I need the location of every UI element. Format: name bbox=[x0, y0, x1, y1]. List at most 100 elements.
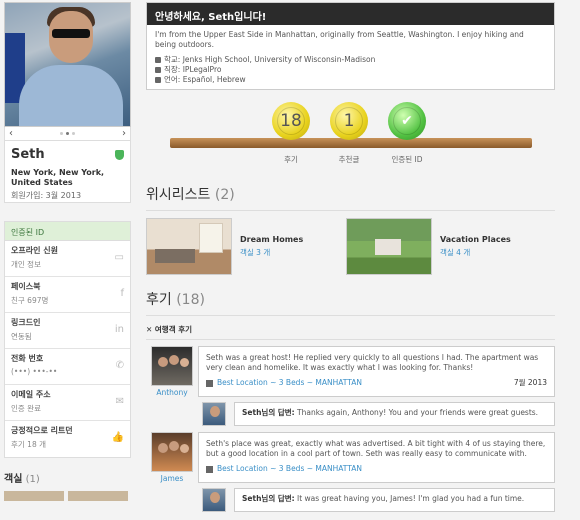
member-since: 회원가입: 3월 2013 bbox=[11, 191, 82, 200]
verifications-panel: 인증된 ID 오프라인 신원 개인 정보 ▭ 페이스북 친구 697명 f 링크… bbox=[4, 221, 131, 458]
verified-badge[interactable]: ✔ bbox=[388, 102, 426, 140]
wishlist-item[interactable]: Vacation Places 객실 4 개 bbox=[346, 218, 550, 275]
carousel-dots bbox=[60, 132, 75, 135]
verification-sub: (•••) •••-•• bbox=[11, 367, 58, 376]
verification-item[interactable]: 오프라인 신원 개인 정보 ▭ bbox=[5, 241, 130, 277]
greeting-card: 안녕하세요, Seth입니다! I'm from the Upper East … bbox=[146, 2, 555, 90]
facebook-icon: f bbox=[120, 288, 124, 299]
work-icon bbox=[155, 67, 161, 73]
wishlists-list: Dream Homes 객실 3 개 Vacation Places 객실 4 … bbox=[146, 218, 555, 275]
left-wishlist-heading: 객실 (1) bbox=[4, 470, 131, 485]
verification-title: 전화 번호 bbox=[11, 354, 44, 363]
verified-shield-icon bbox=[115, 149, 124, 160]
references-badge[interactable]: 1 bbox=[330, 102, 368, 140]
review-bubble: Seth's place was great, exactly what was… bbox=[198, 432, 555, 483]
greeting-title: 안녕하세요, Seth입니다! bbox=[147, 3, 554, 25]
wishlist-item[interactable]: Dream Homes 객실 3 개 bbox=[146, 218, 350, 275]
verification-title: 이메일 주소 bbox=[11, 390, 51, 399]
wishlist-image[interactable] bbox=[146, 218, 232, 275]
chevron-left-icon[interactable]: ‹ bbox=[9, 128, 13, 139]
thumbs-up-icon: 👍 bbox=[111, 432, 124, 443]
verification-item[interactable]: 전화 번호 (•••) •••-•• ✆ bbox=[5, 349, 130, 385]
verification-sub: 인증 완료 bbox=[11, 404, 41, 413]
work-text: 직장: IPLegalPro bbox=[164, 65, 222, 74]
review-item: Anthony Seth was a great host! He replie… bbox=[146, 346, 555, 397]
badge-shelf: 18 1 ✔ 후기 추천글 인증된 ID bbox=[146, 102, 555, 180]
verification-sub: 개인 정보 bbox=[11, 260, 41, 269]
language-icon bbox=[155, 77, 161, 83]
phone-icon: ✆ bbox=[115, 360, 124, 371]
school-text: 학교: Jenks High School, University of Wis… bbox=[164, 55, 376, 64]
verification-item[interactable]: 페이스북 친구 697명 f bbox=[5, 277, 130, 313]
mail-icon: ✉ bbox=[115, 396, 124, 407]
reviewer-name[interactable]: Anthony bbox=[146, 388, 198, 397]
home-icon bbox=[206, 465, 213, 473]
check-icon: ✔ bbox=[393, 107, 421, 135]
verification-item[interactable]: 이메일 주소 인증 완료 ✉ bbox=[5, 385, 130, 421]
tab-traveler-reviews[interactable]: ✕ 여행객 후기 bbox=[146, 324, 555, 340]
id-card-icon: ▭ bbox=[114, 252, 124, 263]
verifications-header: 인증된 ID bbox=[5, 222, 130, 241]
review-listing-link[interactable]: Best Location ~ 3 Beds ~ MANHATTAN bbox=[206, 464, 362, 474]
wishlist-image[interactable] bbox=[346, 218, 432, 275]
profile-page: ‹ › Seth New York, New York, United Stat… bbox=[0, 0, 580, 520]
reply-label: Seth님의 답변: bbox=[242, 408, 295, 417]
photo-carousel-nav: ‹ › bbox=[4, 127, 131, 141]
school-icon bbox=[155, 57, 161, 63]
host-reply: Seth님의 답변: Thanks again, Anthony! You an… bbox=[202, 402, 555, 426]
verification-sub: 연동됨 bbox=[11, 332, 32, 341]
review-listing-link[interactable]: Best Location ~ 3 Beds ~ MANHATTAN bbox=[206, 378, 362, 388]
language-text: 언어: Español, Hebrew bbox=[164, 75, 246, 84]
wishlist-count[interactable]: 객실 3 개 bbox=[240, 247, 303, 258]
verification-title: 페이스북 bbox=[11, 282, 41, 291]
review-date: 7월 2013 bbox=[513, 378, 547, 387]
reviews-badge[interactable]: 18 bbox=[272, 102, 310, 140]
references-badge-label: 추천글 bbox=[338, 155, 360, 164]
left-wishlist-thumbs bbox=[4, 491, 131, 501]
verification-item[interactable]: 링크드인 연동됨 in bbox=[5, 313, 130, 349]
profile-photo[interactable] bbox=[4, 2, 131, 127]
wishlist-name[interactable]: Vacation Places bbox=[440, 235, 511, 244]
left-column: ‹ › Seth New York, New York, United Stat… bbox=[4, 2, 131, 501]
chevron-right-icon[interactable]: › bbox=[122, 128, 126, 139]
reply-label: Seth님의 답변: bbox=[242, 494, 295, 503]
reviewer-name[interactable]: James bbox=[146, 474, 198, 483]
verification-sub: 친구 697명 bbox=[11, 296, 49, 305]
reply-text: It was great having you, James! I'm glad… bbox=[297, 494, 525, 503]
host-avatar[interactable] bbox=[202, 402, 226, 426]
profile-card: Seth New York, New York, United States 회… bbox=[4, 141, 131, 203]
bio-text: I'm from the Upper East Side in Manhatta… bbox=[155, 30, 524, 49]
reviews-badge-label: 후기 bbox=[284, 155, 298, 164]
wishlists-heading: 위시리스트 (2) bbox=[146, 184, 555, 211]
left-wishlist-title: 객실 bbox=[4, 474, 23, 485]
avatar[interactable] bbox=[151, 432, 193, 472]
wishlist-count[interactable]: 객실 4 개 bbox=[440, 247, 511, 258]
review-listing-name[interactable]: Best Location ~ 3 Beds ~ MANHATTAN bbox=[217, 464, 362, 473]
wishlist-name[interactable]: Dream Homes bbox=[240, 235, 303, 244]
reviews-count: (18) bbox=[176, 292, 205, 308]
verification-title: 링크드인 bbox=[11, 318, 41, 327]
avatar[interactable] bbox=[151, 346, 193, 386]
references-badge-value: 1 bbox=[335, 107, 363, 135]
review-listing-name[interactable]: Best Location ~ 3 Beds ~ MANHATTAN bbox=[217, 378, 362, 387]
review-bubble: Seth was a great host! He replied very q… bbox=[198, 346, 555, 397]
home-icon bbox=[206, 379, 213, 387]
verification-item[interactable]: 긍정적으로 리트던 후기 18 개 👍 bbox=[5, 421, 130, 457]
review-item: James Seth's place was great, exactly wh… bbox=[146, 432, 555, 483]
left-wishlist-count: (1) bbox=[25, 474, 40, 485]
profile-name: Seth bbox=[11, 147, 45, 162]
profile-location: New York, New York, United States bbox=[11, 168, 105, 187]
host-reply: Seth님의 답변: It was great having you, Jame… bbox=[202, 488, 555, 512]
main-column: 안녕하세요, Seth입니다! I'm from the Upper East … bbox=[146, 2, 555, 512]
verification-sub: 후기 18 개 bbox=[11, 440, 47, 449]
reviews-heading: 후기 (18) bbox=[146, 289, 555, 316]
reviews-title: 후기 bbox=[146, 292, 172, 308]
review-text: Seth's place was great, exactly what was… bbox=[206, 439, 546, 458]
verified-badge-label: 인증된 ID bbox=[391, 155, 423, 164]
linkedin-icon: in bbox=[114, 324, 124, 335]
wishlists-count: (2) bbox=[214, 187, 235, 203]
verification-title: 오프라인 신원 bbox=[11, 246, 58, 255]
host-avatar[interactable] bbox=[202, 488, 226, 512]
reviews-badge-value: 18 bbox=[277, 107, 305, 135]
review-text: Seth was a great host! He replied very q… bbox=[206, 353, 539, 372]
